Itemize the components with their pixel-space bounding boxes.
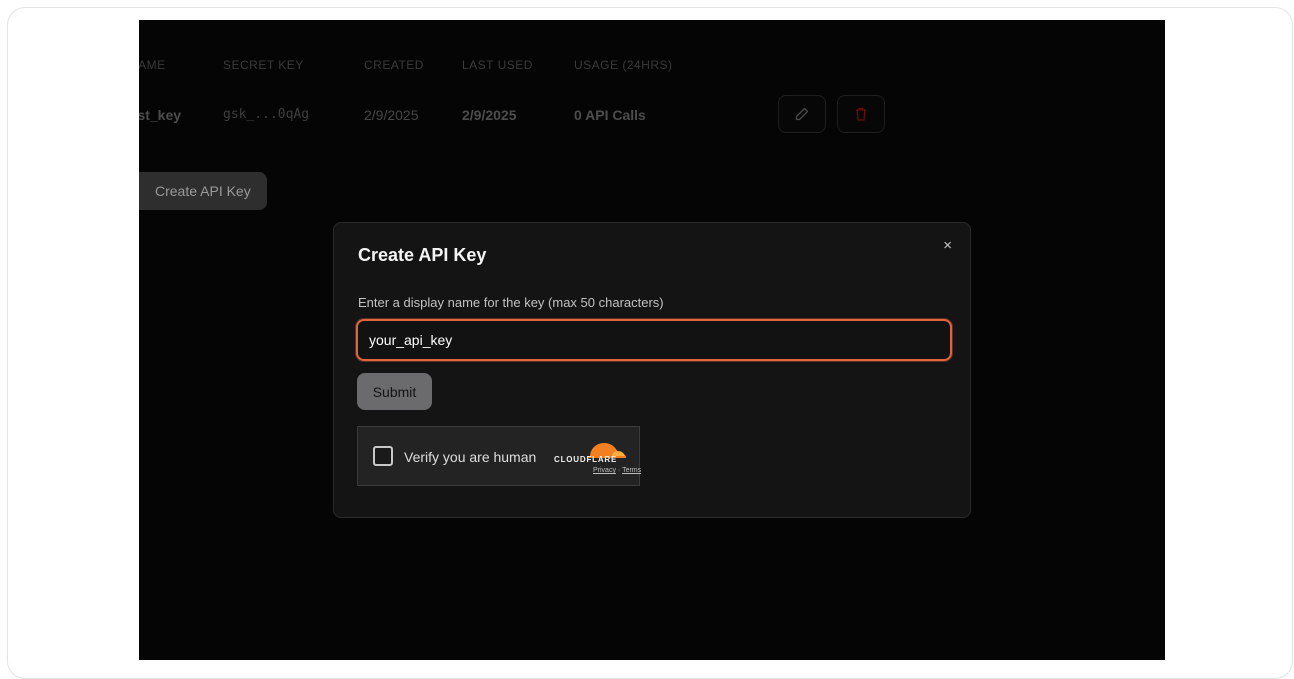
row-secret-key: gsk_...0qAg [223, 107, 310, 122]
row-last-used: 2/9/2025 [462, 107, 517, 123]
privacy-link[interactable]: Privacy [593, 467, 616, 474]
app-screen: NAME SECRET KEY CREATED LAST USED USAGE … [139, 20, 1165, 660]
row-usage: 0 API Calls [574, 107, 646, 123]
row-created: 2/9/2025 [364, 107, 419, 123]
cloudflare-captcha: Verify you are human CLOUDFLARE Privacy … [357, 426, 641, 486]
create-api-key-button[interactable]: Create API Key [139, 172, 267, 210]
delete-key-button[interactable] [837, 95, 885, 133]
cloudflare-wordmark: CLOUDFLARE [554, 455, 618, 464]
captcha-links: Privacy · Terms [593, 467, 641, 474]
header-usage: USAGE (24HRS) [574, 58, 673, 72]
header-last-used: LAST USED [462, 58, 533, 72]
dialog-title: Create API Key [358, 245, 487, 265]
row-name: test_key [139, 107, 182, 123]
submit-button[interactable]: Submit [357, 373, 432, 410]
display-name-field [356, 319, 952, 361]
terms-link[interactable]: Terms [622, 467, 641, 474]
display-name-label: Enter a display name for the key (max 50… [358, 295, 664, 310]
header-secret-key: SECRET KEY [223, 58, 304, 72]
create-api-key-dialog: Create API Key × Enter a display name fo… [333, 222, 971, 518]
display-name-input[interactable] [358, 321, 950, 359]
edit-key-button[interactable] [778, 95, 826, 133]
header-name: NAME [139, 58, 166, 72]
header-created: CREATED [364, 58, 424, 72]
trash-icon [856, 107, 866, 121]
verify-human-label: Verify you are human [404, 449, 537, 465]
close-icon[interactable]: × [943, 237, 952, 254]
window-frame: NAME SECRET KEY CREATED LAST USED USAGE … [7, 7, 1293, 679]
pencil-icon [795, 107, 809, 121]
verify-human-checkbox[interactable] [373, 446, 393, 466]
link-separator: · [617, 467, 621, 474]
